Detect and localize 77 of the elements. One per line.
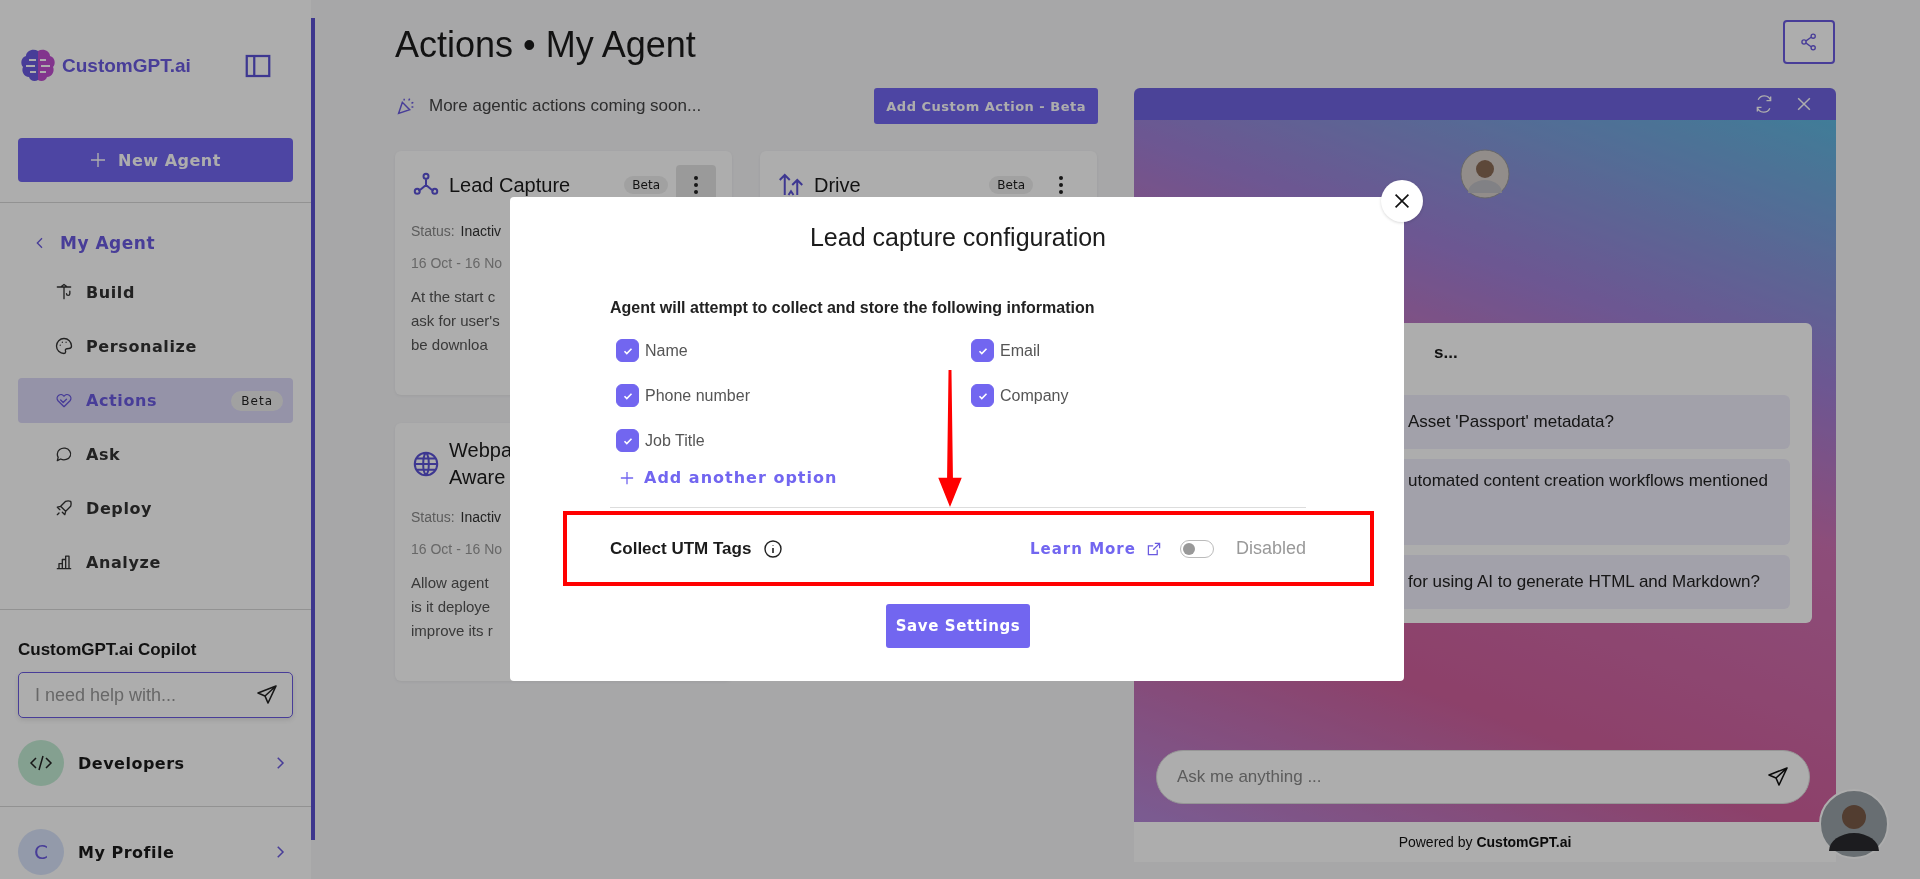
- profile-link[interactable]: C My Profile: [18, 829, 293, 875]
- developers-link[interactable]: Developers: [18, 740, 293, 786]
- card-title: Webpa Aware: [449, 438, 512, 490]
- checkbox-label: Company: [1000, 386, 1069, 405]
- status-label: Status:: [411, 509, 455, 525]
- nav-label: Actions: [86, 391, 158, 410]
- share-button[interactable]: [1783, 20, 1835, 64]
- card-title: Drive: [814, 172, 861, 198]
- crane-icon: [54, 282, 74, 302]
- back-link[interactable]: My Agent: [32, 225, 155, 261]
- modal-subtitle: Agent will attempt to collect and store the following information: [610, 299, 1096, 317]
- powered-by-text: Powered by CustomGPT.ai: [1134, 822, 1836, 862]
- send-icon[interactable]: [1766, 765, 1790, 789]
- checkbox-label: Job Title: [645, 431, 705, 450]
- checkbox[interactable]: [616, 339, 639, 362]
- status-label: Status:: [411, 223, 455, 239]
- copilot-input-field[interactable]: I need help with...: [18, 672, 293, 718]
- date-range: 16 Oct - 16 No: [411, 541, 503, 557]
- plus-icon: [620, 470, 634, 485]
- profile-avatar: C: [18, 829, 64, 875]
- nav-item[interactable]: Build: [18, 270, 293, 315]
- share-icon: [1799, 32, 1819, 52]
- beta-badge: Beta: [989, 176, 1033, 194]
- palette-icon: [54, 336, 74, 356]
- info-icon[interactable]: [763, 538, 784, 559]
- utm-label: Collect UTM Tags: [610, 538, 752, 559]
- toggle-switch[interactable]: [1179, 539, 1214, 558]
- nav-item[interactable]: Ask: [18, 432, 293, 477]
- beta-badge: Beta: [231, 390, 283, 411]
- logo-text: CustomGPT.ai: [62, 55, 192, 77]
- checkbox[interactable]: [616, 384, 639, 407]
- rocket-icon: [54, 498, 74, 518]
- nav-item[interactable]: Deploy: [18, 486, 293, 531]
- profile-label: My Profile: [78, 842, 175, 862]
- chat-bubble-icon: [54, 444, 74, 464]
- page-title: Actions • My Agent: [395, 24, 696, 66]
- checkbox[interactable]: [971, 384, 994, 407]
- status-value: Inactiv: [460, 509, 502, 525]
- refresh-icon[interactable]: [1754, 94, 1774, 114]
- card-description: At the start c ask for user's be downloa: [411, 287, 500, 355]
- globe-icon: [411, 449, 441, 479]
- checkbox[interactable]: [616, 429, 639, 452]
- nav-label: Ask: [86, 445, 121, 464]
- date-range: 16 Oct - 16 No: [411, 255, 503, 271]
- nav-label: Build: [86, 283, 135, 302]
- modal-title: Lead capture configuration: [808, 223, 1107, 252]
- card-title: Lead Capture: [449, 172, 571, 198]
- kebab-icon: [693, 175, 699, 195]
- scrollbar[interactable]: [311, 18, 315, 840]
- card-description: Allow agent is it deploye improve its r: [411, 573, 493, 641]
- checkbox[interactable]: [971, 339, 994, 362]
- add-option-button[interactable]: Add another option: [620, 468, 838, 487]
- nav-label: Deploy: [86, 499, 153, 518]
- suggestions-heading: s...: [1433, 343, 1459, 364]
- external-link-icon: [1145, 540, 1162, 557]
- plus-icon: [90, 152, 107, 168]
- copilot-title: CustomGPT.ai Copilot: [18, 640, 198, 660]
- nav-item[interactable]: Actions Beta: [18, 378, 293, 423]
- nav-label: Personalize: [86, 337, 197, 356]
- notice-text: More agentic actions coming soon...: [429, 96, 702, 116]
- developers-label: Developers: [78, 753, 185, 773]
- status-value: Inactiv: [460, 223, 502, 239]
- nav-item[interactable]: Personalize: [18, 324, 293, 369]
- avatar-icon[interactable]: [1819, 789, 1889, 859]
- nav-item[interactable]: Analyze: [18, 540, 293, 585]
- chat-input-field[interactable]: Ask me anything ...: [1156, 750, 1810, 804]
- beta-badge: Beta: [624, 176, 668, 194]
- send-icon[interactable]: [255, 683, 279, 707]
- checkbox-label: Name: [645, 341, 688, 360]
- checkbox-label: Phone number: [645, 386, 750, 405]
- kebab-icon: [1058, 175, 1064, 195]
- save-settings-button[interactable]: Save Settings: [885, 604, 1031, 648]
- code-icon: [18, 740, 64, 786]
- learn-more-link[interactable]: Learn More: [1030, 539, 1162, 558]
- nav-label: Analyze: [86, 553, 161, 572]
- avatar-icon: [1460, 149, 1510, 199]
- checkbox-label: Email: [1000, 341, 1040, 360]
